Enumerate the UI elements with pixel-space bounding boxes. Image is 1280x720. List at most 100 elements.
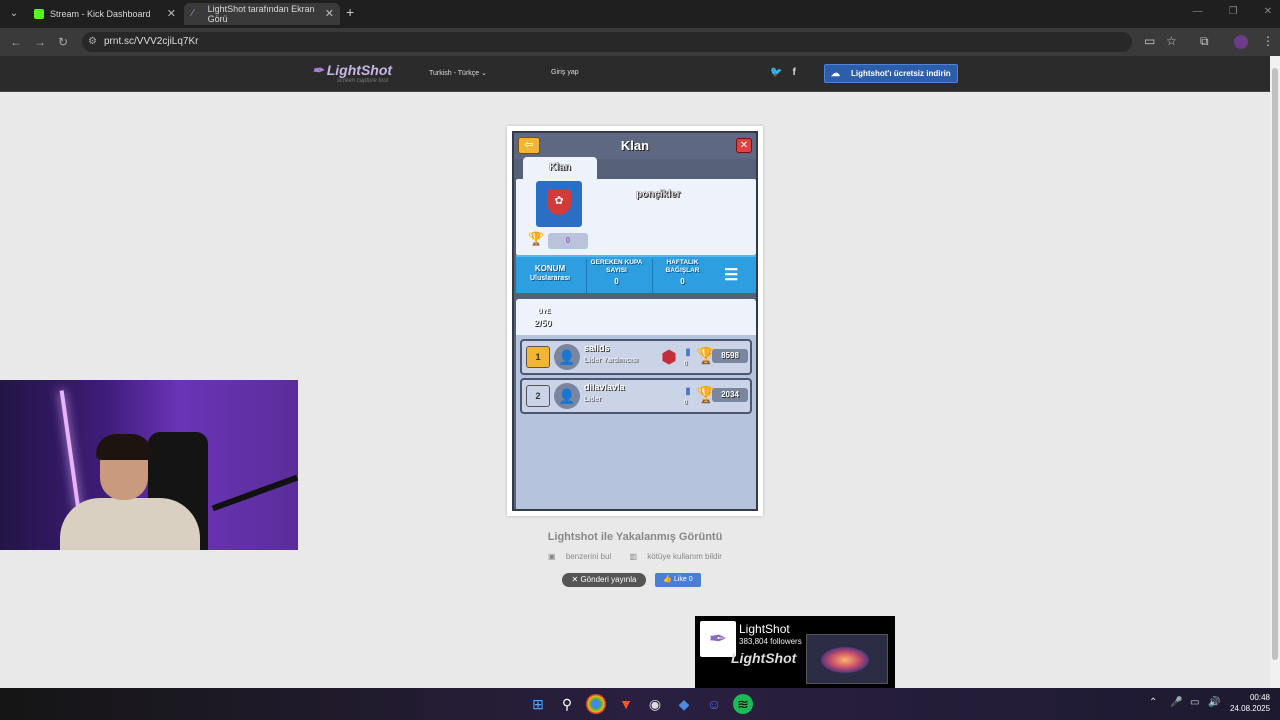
social-links: 🐦 f [770,67,796,78]
member-cards: 0 [684,361,688,367]
reload-icon[interactable]: ↻ [58,35,68,49]
cast-icon[interactable]: ▭ [1144,34,1155,48]
download-button[interactable]: ☁ Lightshot'ı ücretsiz indirin [824,64,958,83]
tab-lightshot[interactable]: ⁄ LightShot tarafından Ekran Görü ✕ [184,3,340,25]
url-input[interactable]: ⚙ prnt.sc/VVV2cjiLq7Kr [82,32,1132,52]
trash-icon: ▥ [629,552,638,561]
taskbar-clock[interactable]: 00:48 24.08.2025 [1230,692,1270,714]
fb-like-button[interactable]: 👍 Like 0 [655,573,701,587]
clan-name: ponçikler [636,189,681,200]
member-rank: 2 [526,385,550,407]
facebook-icon[interactable]: f [792,67,795,78]
trophy-icon: 🏆 [528,231,545,246]
member-row: 1 👤 salids Lider Yardımcısı ⬢ ▮ 0 🏆 8598 [520,339,752,375]
stat-weekly-donations: HAFTALIK BAĞIŞLAR 0 [652,259,712,293]
member-trophies: 2034 [712,388,748,402]
twitter-icon[interactable]: 🐦 [770,67,782,78]
search-icon[interactable]: ⚲ [557,694,577,714]
brave-icon[interactable]: ▼ [616,694,636,714]
clan-stats-bar: KONUM Uluslararası GEREKEN KUPA SAYISI 0 H… [516,255,756,293]
menu-kebab-icon[interactable]: ⋮ [1262,34,1274,48]
stat-location: KONUM Uluslararası [529,264,571,283]
forward-icon[interactable]: → [34,35,46,49]
tray-chevron-icon[interactable]: ⌃ [1149,697,1157,708]
tab-search-chevron-icon[interactable]: ⌄ [6,6,22,22]
capture-links: ▣ benzerini bul ▥ kötüye kullanım bildir [0,552,1270,561]
x-logo-icon: ✕ [571,575,579,584]
address-toolbar: ← → ↻ ⚙ prnt.sc/VVV2cjiLq7Kr ▭ ☆ ⧉ ⋮ [0,28,1280,56]
facebook-page-widget[interactable]: ✒ LightShot 383,804 followers LightShot [695,616,895,688]
close-x-icon: ✕ [736,138,752,153]
page-scrollbar[interactable] [1270,56,1280,688]
members-panel: ÜYE 2/50 1 👤 salids Lider Yardımcısı ⬢ ▮… [516,299,756,509]
list-add-icon: ☰ [724,267,739,284]
lightshot-logo[interactable]: ✒ LightShot [312,62,392,79]
download-cloud-icon: ☁ [831,68,840,78]
close-window-icon[interactable]: ✕ [1264,6,1272,17]
window-controls: — ❐ ✕ [1193,6,1272,17]
member-cards: 0 [684,400,688,406]
member-trophies: 8598 [712,349,748,363]
profile-avatar[interactable] [1234,35,1248,49]
fb-page-name[interactable]: LightShot [739,622,790,636]
close-tab-icon[interactable]: ✕ [325,7,334,20]
member-role: Lider Yardımcısı [584,357,638,364]
network-icon[interactable]: ▭ [1190,697,1199,708]
bookmark-star-icon[interactable]: ☆ [1166,34,1177,48]
lightshot-favicon-icon: ⁄ [192,8,194,19]
thumbs-up-icon: 👍 [663,576,673,583]
logo-subtitle: screen capture tool [337,78,389,84]
back-icon[interactable]: ← [10,35,22,49]
spotify-icon[interactable]: ≋ [733,694,753,714]
member-avatar-icon: 👤 [554,344,580,370]
clan-info-panel: ✿ ponçikler 🏆 0 [516,179,756,255]
windows-taskbar: ⊞ ⚲ ▼ ◉ ◆ ☺ ≋ ⌃ 🎤 ▭ 🔊 00:48 24.08.2025 [0,688,1280,720]
microphone-icon[interactable]: 🎤 [1170,697,1182,708]
game-screenshot: Klan ⇦ ✕ Klan ✿ ponçikler 🏆 0 KONUM Ulusl… [512,131,758,511]
members-header: ÜYE 2/50 [516,299,756,335]
restore-icon[interactable]: ❐ [1229,6,1238,17]
member-row: 2 👤 dilavlavla Lider ▮ 0 🏆 2034 [520,378,752,414]
find-similar-link[interactable]: ▣ benzerini bul [544,552,615,561]
kick-favicon-icon [34,9,44,19]
screenshot-frame: Klan ⇦ ✕ Klan ✿ ponçikler 🏆 0 KONUM Ulusl… [507,126,763,516]
fb-followers: 383,804 followers [739,637,802,646]
member-avatar-icon: 👤 [554,383,580,409]
scrollbar-thumb[interactable] [1272,68,1278,660]
fb-brand-logo: LightShot [731,650,797,666]
start-icon[interactable]: ⊞ [528,694,548,714]
fb-cover-image [806,634,888,684]
extensions-icon[interactable]: ⧉ [1200,34,1209,49]
minimize-icon[interactable]: — [1193,6,1203,17]
camera-icon: ▣ [548,552,556,561]
clan-badge-icon: ✿ [536,181,582,227]
clan-tab: Klan [523,157,597,180]
member-name: dilavlavla [584,382,625,392]
game-title: Klan [514,133,756,159]
report-abuse-link[interactable]: ▥ kötüye kullanım bildir [625,552,726,561]
close-tab-icon[interactable]: ✕ [167,7,176,20]
lightshot-header: ✒ LightShot screen capture tool Turkish -… [0,56,1270,92]
login-link[interactable]: Giriş yap [551,69,579,76]
browser-tab-bar: ⌄ Stream - Kick Dashboard ✕ ⁄ LightShot … [0,0,1280,28]
back-arrow-icon: ⇦ [518,137,540,154]
feather-icon: ✒ [312,62,324,78]
member-rank: 1 [526,346,550,368]
obs-icon[interactable]: ◉ [645,694,665,714]
tweet-button[interactable]: ✕ Gönderi yayınla [562,573,646,587]
league-badge-icon: ⬢ [661,347,677,367]
app-icon[interactable]: ◆ [674,694,694,714]
webcam-overlay [0,380,298,550]
stat-required-trophies: GEREKEN KUPA SAYISI 0 [586,259,646,293]
tab-kick-dashboard[interactable]: Stream - Kick Dashboard ✕ [26,3,182,25]
clan-score: 0 [548,233,588,249]
language-select[interactable]: Turkish - Türkçe ⌄ [429,69,487,77]
discord-icon[interactable]: ☺ [704,694,724,714]
site-info-icon[interactable]: ⚙ [88,32,97,52]
member-name: salids [584,343,610,353]
chrome-icon[interactable] [586,694,606,714]
member-role: Lider [584,396,602,403]
mic-arm [211,474,298,512]
new-tab-button[interactable]: + [346,4,354,20]
volume-icon[interactable]: 🔊 [1208,697,1220,708]
